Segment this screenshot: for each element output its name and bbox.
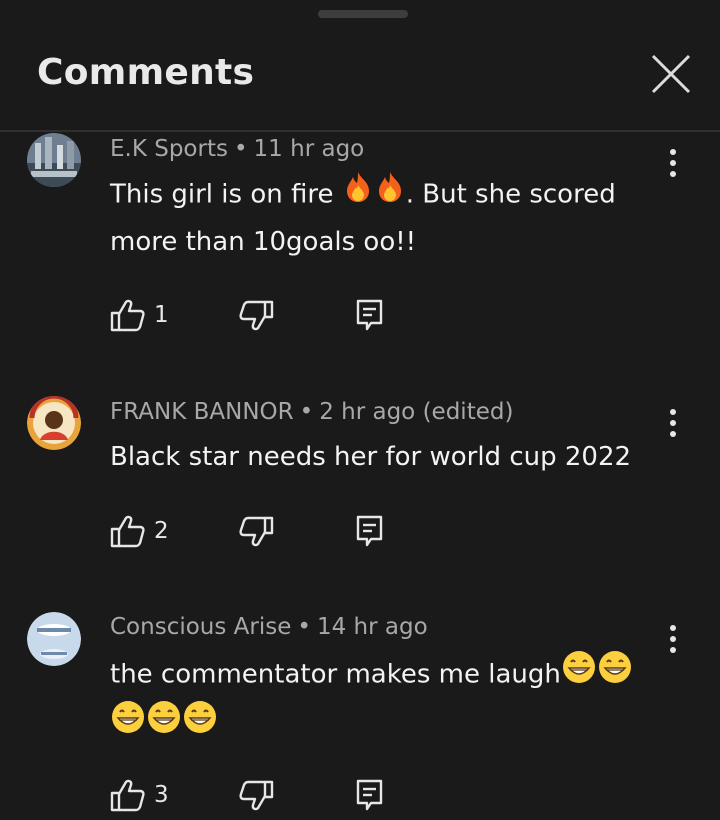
comment-text-part: the commentator makes me laugh [110, 659, 561, 690]
grinning-emoji [147, 700, 181, 750]
like-count: 3 [154, 782, 169, 808]
more-options-button[interactable] [660, 406, 686, 442]
comment-text: the commentator makes me laugh [110, 650, 670, 750]
more-vertical-icon [670, 409, 676, 437]
like-button[interactable]: 2 [108, 512, 188, 552]
comment-meta: Conscious Arise • 14 hr ago [110, 614, 428, 640]
avatar[interactable] [27, 133, 81, 187]
comments-header: Comments [0, 0, 720, 132]
meta-separator: • [297, 614, 311, 640]
like-button[interactable]: 1 [108, 296, 188, 336]
comment-text-part: This girl is on fire [110, 179, 334, 210]
dislike-button[interactable] [236, 296, 276, 336]
comment-actions: 2 [108, 512, 428, 552]
more-vertical-icon [670, 149, 676, 177]
reply-icon [356, 515, 383, 547]
more-options-button[interactable] [660, 146, 686, 182]
comment-meta: FRANK BANNOR • 2 hr ago (edited) [110, 399, 513, 425]
grinning-emoji [183, 700, 217, 750]
close-icon [651, 54, 691, 94]
dislike-button[interactable] [236, 512, 276, 552]
comment-text-part: Black star needs her for world cup 2022 [110, 442, 632, 472]
thumbs-down-icon [239, 516, 274, 547]
grinning-emoji [598, 650, 632, 700]
comments-panel: Comments E.K Sports • 11 hr ago This gir… [0, 0, 720, 820]
panel-title: Comments [37, 52, 255, 93]
comment-actions: 1 [108, 296, 428, 336]
dislike-button[interactable] [236, 776, 276, 816]
comment-author[interactable]: E.K Sports [110, 136, 228, 162]
more-vertical-icon [670, 625, 676, 653]
comment-author[interactable]: FRANK BANNOR [110, 399, 294, 425]
close-button[interactable] [646, 52, 696, 98]
grinning-emoji [562, 650, 596, 700]
fire-emoji [343, 171, 373, 219]
meta-separator: • [299, 399, 314, 425]
like-count: 2 [154, 518, 169, 544]
comment-meta: E.K Sports • 11 hr ago [110, 136, 364, 162]
edited-label: (edited) [422, 399, 514, 425]
comment-age: 11 hr ago [253, 136, 365, 162]
comment-age: 14 hr ago [316, 614, 428, 640]
meta-separator: • [233, 136, 248, 162]
avatar[interactable] [27, 396, 81, 450]
thumbs-down-icon [239, 300, 274, 331]
comment-text: This girl is on fire . But she scored mo… [110, 171, 670, 266]
comment-actions: 3 [108, 776, 428, 816]
more-options-button[interactable] [660, 622, 686, 658]
reply-button[interactable] [354, 296, 386, 336]
avatar-image [27, 133, 81, 187]
thumbs-up-icon [110, 299, 145, 332]
reply-icon [356, 299, 383, 331]
thumbs-up-icon [110, 779, 145, 812]
avatar-image [27, 612, 81, 666]
avatar[interactable] [27, 612, 81, 666]
thumbs-up-icon [110, 515, 145, 548]
thumbs-down-icon [239, 780, 274, 811]
reply-button[interactable] [354, 512, 386, 552]
comment-age: 2 hr ago [319, 399, 416, 425]
reply-icon [356, 779, 383, 811]
avatar-image [27, 396, 81, 450]
fire-emoji [375, 171, 405, 219]
like-count: 1 [154, 302, 169, 328]
comment-text: Black star needs her for world cup 2022 [110, 434, 670, 481]
like-button[interactable]: 3 [108, 776, 188, 816]
comment-author[interactable]: Conscious Arise [110, 614, 291, 640]
reply-button[interactable] [354, 776, 386, 816]
grinning-emoji [111, 700, 145, 750]
